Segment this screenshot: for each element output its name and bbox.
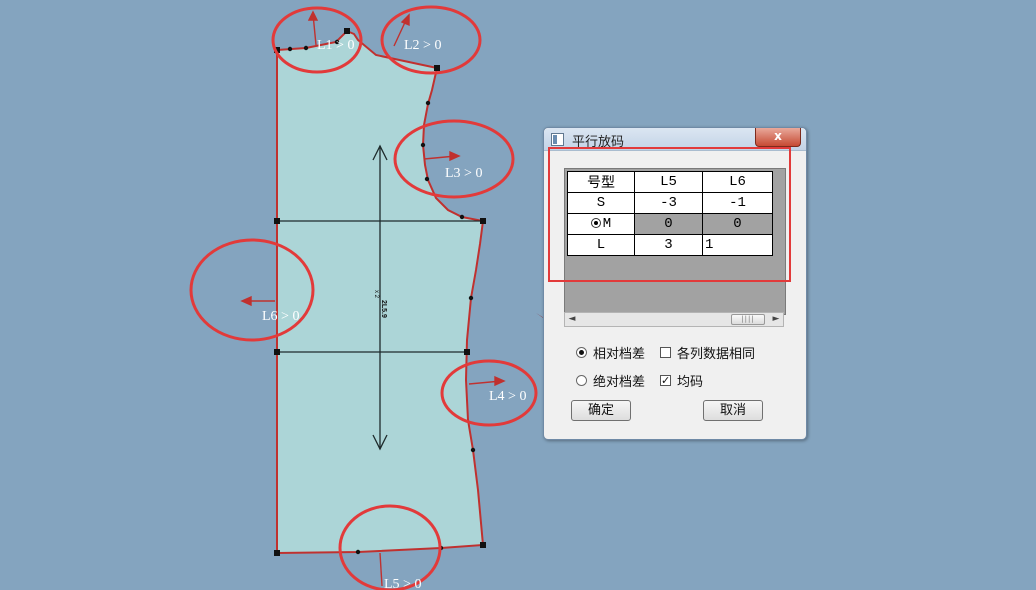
curve-point [420,142,426,148]
column-header[interactable]: L6 [702,171,773,193]
window-icon [551,133,564,146]
curve-point [425,100,431,106]
curve-point [470,447,476,453]
value-cell[interactable]: 0 [702,213,773,235]
curve-point [287,46,293,52]
even-size-option[interactable]: ✓ 均码 [660,371,703,390]
label-l3: L3 > 0 [445,166,482,181]
curve-point [303,45,309,51]
size-cell-label: M [602,216,612,232]
grading-table: 号型 L5 L6 S -3 -1 M 0 0 L 3 1 [567,171,773,256]
absolute-grade-option[interactable]: 绝对档差 [576,371,645,390]
pattern-canvas: 2L5.9 x 2 L1 > 0 L2 > 0 L3 > 0 L6 > 0 L4… [189,5,777,590]
table-row: L 3 1 [567,234,773,256]
same-column-option[interactable]: 各列数据相同 [660,343,755,362]
label-l6: L6 > 0 [262,309,299,324]
corner-point [434,65,440,71]
label-l4: L4 > 0 [489,389,526,404]
corner-point [344,28,350,34]
value-cell[interactable]: -3 [634,192,703,214]
cancel-button[interactable]: 取消 [703,400,763,421]
column-header[interactable]: L5 [634,171,703,193]
relative-grade-option[interactable]: 相对档差 [576,343,645,362]
scroll-thumb[interactable]: |||| [731,314,765,325]
scroll-right-icon[interactable]: ► [769,313,783,326]
table-row-selected: M 0 0 [567,213,773,235]
label-l2: L2 > 0 [404,38,441,53]
value-cell[interactable]: 3 [634,234,703,256]
ok-button[interactable]: 确定 [571,400,631,421]
same-column-label: 各列数据相同 [677,347,756,362]
corner-point [274,218,280,224]
table-row: S -3 -1 [567,192,773,214]
grain-line-label-2: x 2 [373,290,379,299]
scroll-left-icon[interactable]: ◄ [565,313,579,326]
parallel-grading-dialog: 平行放码 x 号型 L5 L6 S -3 -1 M 0 0 L 3 1 ◄ ||… [543,127,807,440]
table-header-row: 号型 L5 L6 [567,171,773,193]
absolute-grade-label: 绝对档差 [593,375,646,390]
column-header[interactable]: 号型 [567,171,635,193]
arrow-l3 [423,150,461,162]
base-size-radio-icon[interactable] [590,218,601,229]
label-l1: L1 > 0 [317,38,354,53]
corner-point [274,349,280,355]
value-cell[interactable]: -1 [702,192,773,214]
curve-point [468,295,474,301]
label-l5: L5 > 0 [384,577,421,590]
dialog-titlebar[interactable]: 平行放码 x [544,128,806,151]
relative-grade-radio[interactable] [576,347,587,358]
size-cell[interactable]: L [567,234,635,256]
grading-table-area: 号型 L5 L6 S -3 -1 M 0 0 L 3 1 [564,168,786,315]
curve-point [355,549,361,555]
grain-line-label: 2L5.9 [380,300,387,318]
curve-point [459,214,465,220]
absolute-grade-radio[interactable] [576,375,587,386]
dialog-title: 平行放码 [572,135,625,150]
size-cell[interactable]: M [567,213,635,235]
corner-point [480,218,486,224]
arrow-l4 [468,375,506,387]
curve-point [424,176,430,182]
arrow-l1 [307,10,319,46]
close-button[interactable]: x [755,128,801,147]
same-column-checkbox[interactable] [660,347,671,358]
even-size-checkbox[interactable]: ✓ [660,375,671,386]
corner-point [274,550,280,556]
arrow-l6 [240,295,275,307]
even-size-label: 均码 [677,375,704,390]
horizontal-scrollbar[interactable]: ◄ |||| ► [564,312,784,327]
value-cell[interactable]: 0 [634,213,703,235]
value-input-cell[interactable]: 1 [702,234,773,256]
relative-grade-label: 相对档差 [593,347,646,362]
size-cell[interactable]: S [567,192,635,214]
corner-point [480,542,486,548]
arrow-l5 [379,552,383,587]
corner-point [464,349,470,355]
